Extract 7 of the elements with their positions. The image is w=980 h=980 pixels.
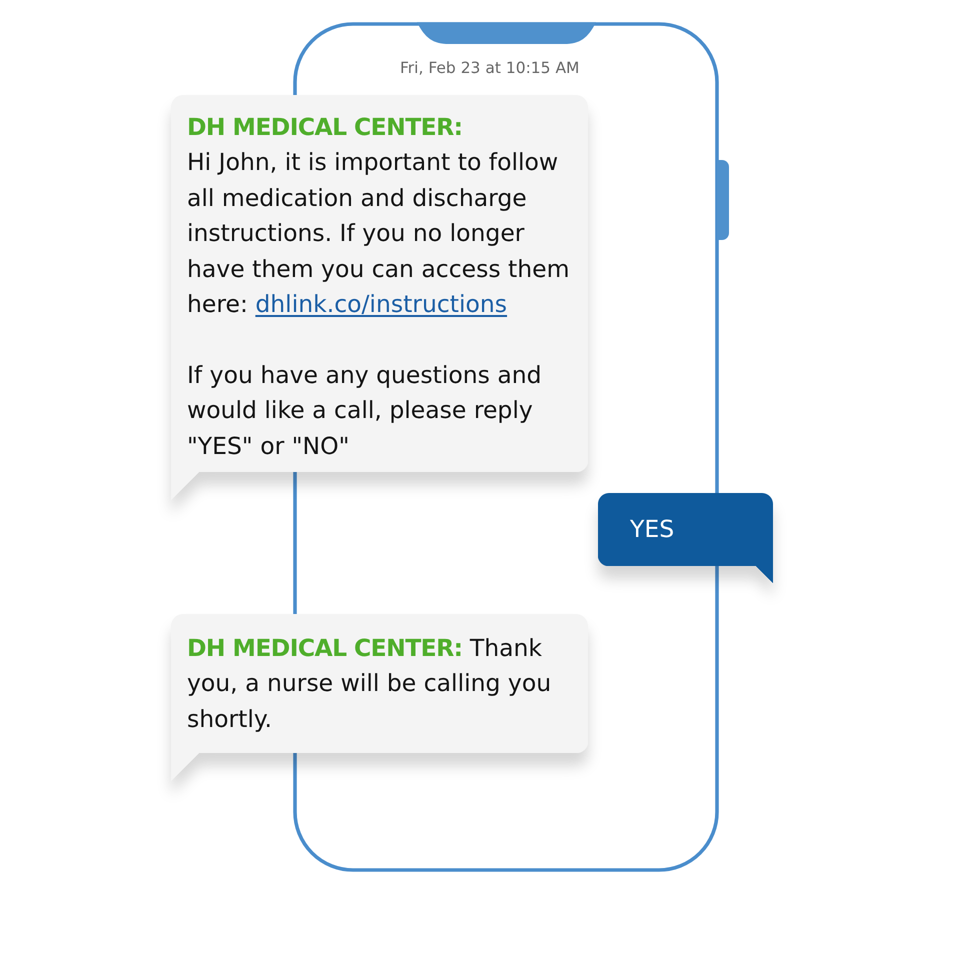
url-link[interactable]: dhlink.co/instructions: [255, 290, 508, 318]
message-timestamp: Fri, Feb 23 at 10:15 AM: [400, 58, 580, 78]
sender-name: DH MEDICAL CENTER:: [187, 112, 464, 143]
message-text: If you have any questions and would like a call, please reply "YES" or "NO": [187, 360, 543, 462]
message-text: DH MEDICAL CENTER: Thank you, a nurse will be calling you shortly.: [187, 633, 552, 735]
message-text: Hi John, it is important to follow all medication and discharge instructions. If you no longer have them you can access them here: dhlink.co/instructions: [187, 147, 571, 320]
message-text: YES: [630, 514, 674, 545]
